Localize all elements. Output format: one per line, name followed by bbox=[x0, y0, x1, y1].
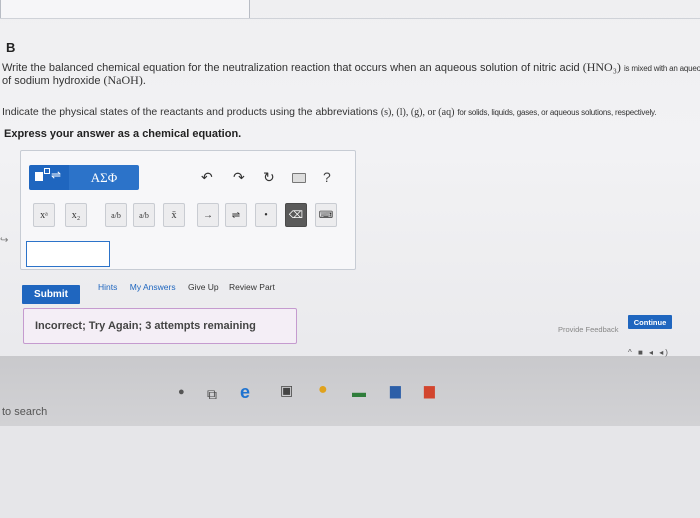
question-line-2: of sodium hydroxide (NaOH). bbox=[2, 73, 146, 88]
hints-link[interactable]: Hints bbox=[98, 282, 117, 292]
question-text-cont: is mixed with an aqueous solution bbox=[623, 64, 700, 73]
equation-editor: ⇌ ΑΣΦ ↶ ↷ ↻ ? xᵃ x₂ a/b a/b x̄ → ⇌ • ⌫ ⌨ bbox=[20, 150, 356, 270]
top-frame-box bbox=[0, 0, 250, 19]
chrome-icon[interactable]: ● bbox=[318, 381, 328, 399]
template-small-icon bbox=[44, 168, 50, 174]
my-answers-link[interactable]: My Answers bbox=[130, 282, 176, 292]
overbar-key[interactable]: x̄ bbox=[163, 203, 185, 227]
mixed-fraction-key[interactable]: a/b bbox=[133, 203, 155, 227]
subscript-key[interactable]: x₂ bbox=[65, 203, 87, 227]
microphone-icon[interactable]: ● bbox=[178, 386, 185, 398]
states-abbreviations: (s), (l), (g), or (aq) bbox=[380, 107, 455, 118]
system-tray[interactable]: ^ ■ ◂ ◂) bbox=[628, 348, 670, 357]
redo-icon[interactable]: ↷ bbox=[233, 169, 245, 186]
answer-instruction: Express your answer as a chemical equati… bbox=[4, 128, 242, 140]
undo-icon[interactable]: ↶ bbox=[201, 169, 213, 186]
dot-key[interactable]: • bbox=[255, 203, 277, 227]
taskbar-search[interactable]: to search bbox=[2, 406, 47, 418]
superscript-key[interactable]: xᵃ bbox=[33, 203, 55, 227]
reaction-arrow-key[interactable]: → bbox=[197, 203, 219, 227]
powerpoint-icon[interactable]: ▆ bbox=[424, 382, 435, 399]
mastering-chemistry-page: B Write the balanced chemical equation f… bbox=[0, 0, 700, 372]
answer-input[interactable] bbox=[26, 241, 110, 267]
store-icon[interactable]: ▣ bbox=[280, 382, 293, 399]
keyboard-shortcuts-icon[interactable] bbox=[292, 173, 306, 183]
question-text-2: of sodium hydroxide bbox=[2, 75, 101, 87]
arrow-icon: ⇌ bbox=[51, 168, 62, 182]
provide-feedback-link[interactable]: Provide Feedback bbox=[558, 325, 618, 334]
states-instruction: Indicate the physical states of the reac… bbox=[2, 106, 700, 118]
symbols-button[interactable]: ΑΣΦ bbox=[69, 165, 139, 190]
submit-button[interactable]: Submit bbox=[22, 285, 80, 304]
feedback-message: Incorrect; Try Again; 3 attempts remaini… bbox=[23, 308, 297, 344]
review-part-link[interactable]: Review Part bbox=[229, 282, 275, 292]
keyboard-toggle-key[interactable]: ⌨ bbox=[315, 203, 337, 227]
reset-icon[interactable]: ↻ bbox=[263, 169, 275, 186]
delete-key[interactable]: ⌫ bbox=[285, 203, 307, 227]
fraction-key[interactable]: a/b bbox=[105, 203, 127, 227]
nitric-acid-formula: (HNO₃) bbox=[582, 60, 621, 74]
give-up-link[interactable]: Give Up bbox=[188, 282, 219, 292]
states-text-cont: for solids, liquids, gases, or aqueous s… bbox=[457, 108, 657, 117]
word-icon[interactable]: ▆ bbox=[390, 382, 401, 399]
files-icon[interactable]: ▬ bbox=[352, 384, 366, 400]
states-text: Indicate the physical states of the reac… bbox=[2, 106, 378, 118]
templates-button[interactable]: ⇌ bbox=[29, 165, 69, 190]
help-button[interactable]: ? bbox=[323, 169, 331, 185]
edge-arrow-icon: ↪ bbox=[0, 235, 9, 246]
windows-taskbar: ^ ■ ◂ ◂) to search ● ⧉ e ▣ ● ▬ ▆ ▆ bbox=[0, 348, 700, 426]
task-view-icon[interactable]: ⧉ bbox=[207, 386, 217, 403]
action-links: Hints My Answers Give Up Review Part bbox=[98, 282, 283, 292]
top-divider bbox=[0, 18, 700, 19]
equilibrium-arrow-key[interactable]: ⇌ bbox=[225, 203, 247, 227]
template-icon bbox=[35, 172, 43, 181]
sodium-hydroxide-formula: (NaOH). bbox=[103, 73, 146, 87]
desk-surface bbox=[0, 426, 700, 518]
part-label: B bbox=[6, 40, 16, 55]
edge-browser-icon[interactable]: e bbox=[240, 382, 250, 403]
continue-button[interactable]: Continue bbox=[628, 315, 672, 329]
